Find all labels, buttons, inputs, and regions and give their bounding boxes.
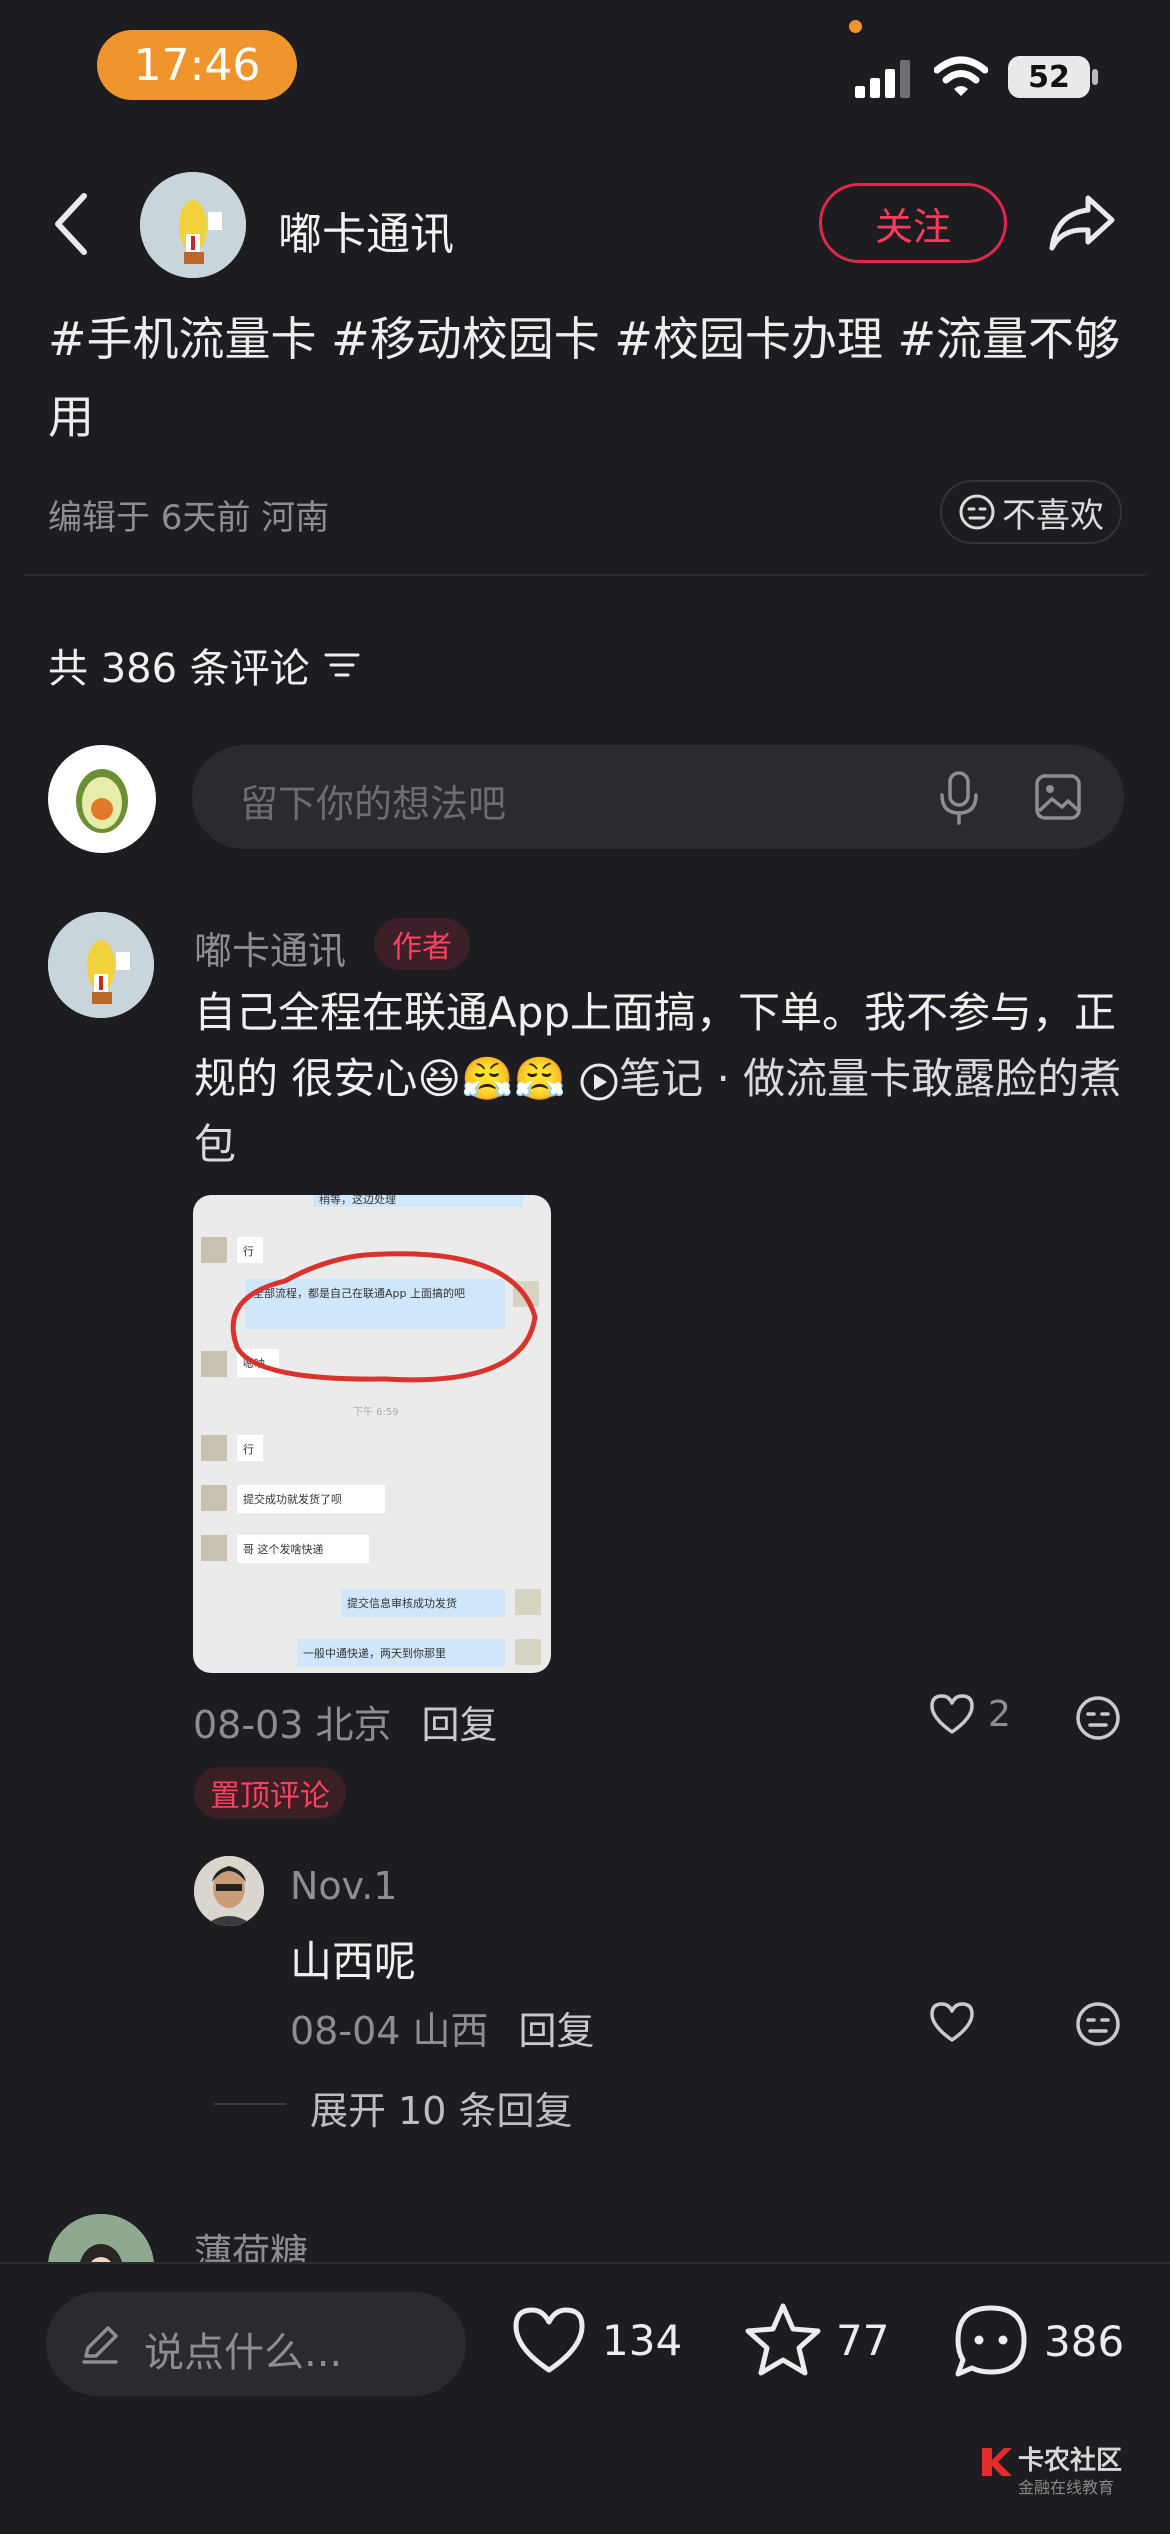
reply-author-name[interactable]: Nov.1	[290, 1864, 397, 1908]
battery-cap	[1092, 69, 1098, 85]
wifi-icon	[934, 56, 988, 98]
neutral-face-icon	[958, 493, 996, 531]
author-badge: 作者	[374, 918, 470, 970]
battery-level: 52	[1008, 56, 1090, 98]
comment-date-location: 08-03 北京	[193, 1703, 392, 1747]
header-author-name[interactable]: 嘟卡通讯	[278, 198, 454, 262]
play-circle-icon	[579, 1062, 619, 1102]
comment-text: 自己全程在联通App上面搞，下单。我不参与，正规的 很安心😆😤😤 笔记 · 做流…	[194, 980, 1134, 1178]
heart-icon	[510, 2304, 588, 2376]
star-icon	[744, 2302, 822, 2378]
say-something-input[interactable]: 说点什么...	[46, 2292, 466, 2396]
favorite-count: 77	[836, 2315, 890, 2365]
heart-icon	[928, 1692, 976, 1736]
privacy-indicator-dot	[849, 20, 862, 33]
reply-heart-icon[interactable]	[928, 2000, 976, 2044]
post-meta: 编辑于 6天前 河南	[48, 498, 330, 538]
chat-bubble-sent: 提交信息审核成功发货	[341, 1589, 505, 1617]
comment-count[interactable]: 共 386 条评论	[48, 636, 360, 694]
comment-like-count: 2	[988, 1693, 1011, 1735]
comment-emojis: 😆😤😤	[417, 1054, 566, 1103]
sort-icon[interactable]	[324, 650, 360, 680]
comment-meta: 08-03 北京 回复	[193, 1694, 498, 1749]
post-tags[interactable]: #手机流量卡 #移动校园卡 #校园卡办理 #流量不够用	[48, 300, 1128, 456]
chat-bubble-received: 提交成功就发货了呗	[237, 1485, 385, 1513]
chat-bubble-received: 行	[237, 1435, 263, 1461]
watermark-logo-icon	[978, 2444, 1014, 2480]
comment-input-placeholder: 留下你的想法吧	[240, 782, 507, 826]
comment-input[interactable]: 留下你的想法吧	[192, 745, 1124, 849]
comment-image[interactable]: 稍等，这边处理 行 全部流程，都是自己在联通App 上面搞的吧 嗯呐 下午 6:…	[193, 1195, 551, 1673]
watermark-subtitle: 金融在线教育	[1018, 2478, 1115, 2497]
comment-dislike-icon[interactable]	[1074, 1694, 1122, 1742]
comment-count-bottom: 386	[1044, 2316, 1125, 2366]
cellular-signal-icon	[855, 58, 911, 98]
reply-meta: 08-04 山西 回复	[290, 2000, 595, 2055]
favorite-button[interactable]: 77	[744, 2302, 889, 2378]
chat-avatar	[515, 1589, 541, 1615]
chat-avatar	[201, 1485, 227, 1511]
reply-avatar[interactable]	[194, 1856, 264, 1926]
like-button[interactable]: 134	[510, 2304, 682, 2376]
expand-replies-button[interactable]: 展开 10 条回复	[310, 2080, 573, 2135]
status-time: 17:46	[97, 30, 297, 100]
chat-avatar	[201, 1535, 227, 1561]
like-count: 134	[602, 2315, 683, 2365]
chat-bubble-sent: 稍等，这边处理	[313, 1195, 523, 1207]
say-something-placeholder: 说点什么...	[144, 2330, 343, 2376]
author-avatar[interactable]	[140, 172, 246, 278]
comment-like-button[interactable]: 2	[928, 1692, 1011, 1736]
reply-dislike-icon[interactable]	[1074, 2000, 1122, 2048]
chat-time: 下午 6:59	[353, 1407, 399, 1418]
pinned-badge: 置顶评论	[194, 1767, 346, 1819]
chat-bubble-received: 哥 这个发啥快递	[237, 1535, 369, 1563]
divider	[24, 574, 1146, 576]
reply-text: 山西呢	[290, 1937, 417, 1986]
reply-button[interactable]: 回复	[422, 1694, 498, 1749]
my-avatar[interactable]	[48, 745, 156, 853]
watermark-title: 卡农社区	[1018, 2446, 1123, 2476]
chat-bubble-sent: 一般中通快递，两天到你那里	[297, 1639, 505, 1667]
pencil-icon	[78, 2322, 122, 2366]
chat-avatar	[515, 1639, 541, 1665]
reply-date-location: 08-04 山西	[290, 2009, 489, 2053]
comment-author-name[interactable]: 嘟卡通讯	[194, 920, 346, 975]
share-icon[interactable]	[1048, 192, 1116, 252]
comment-button[interactable]: 386	[952, 2302, 1124, 2380]
note-link[interactable]	[579, 1062, 619, 1102]
comment-count-label: 共 386 条评论	[48, 646, 310, 692]
chat-bubble-icon	[952, 2302, 1030, 2380]
expand-divider	[214, 2103, 286, 2105]
dislike-label: 不喜欢	[1002, 495, 1104, 536]
microphone-icon[interactable]	[938, 771, 980, 825]
comment-avatar[interactable]	[48, 912, 154, 1018]
back-arrow-icon[interactable]	[52, 192, 92, 256]
follow-button[interactable]: 关注	[819, 183, 1007, 263]
red-circle-annotation	[230, 1251, 538, 1383]
image-icon[interactable]	[1034, 773, 1082, 821]
chat-avatar	[201, 1435, 227, 1461]
reply-reply-button[interactable]: 回复	[519, 2000, 595, 2055]
dislike-button[interactable]: 不喜欢	[940, 480, 1122, 544]
